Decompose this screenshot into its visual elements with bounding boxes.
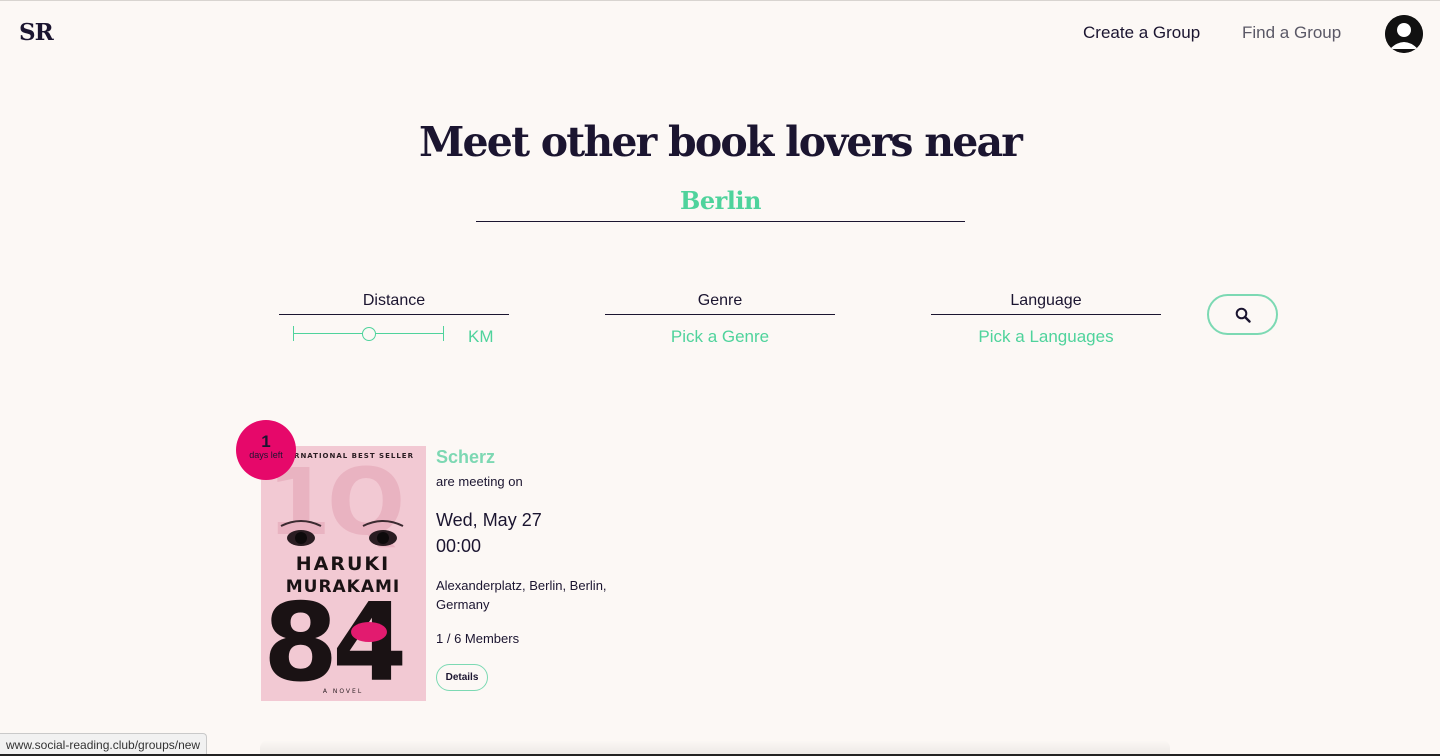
days-left-text: days left (249, 450, 283, 460)
days-left-badge: 1 days left (236, 420, 296, 480)
book-cover[interactable]: 1Q INTERNATIONAL BEST SELLER HARUKI MURA… (261, 446, 426, 701)
status-bar-url: www.social-reading.club/groups/new (0, 733, 208, 756)
user-icon (1385, 15, 1423, 53)
meeting-date: Wed, May 27 (436, 510, 542, 530)
meeting-time: 00:00 (436, 536, 482, 556)
language-label: Language (931, 292, 1161, 315)
member-count: 1 / 6 Members (436, 631, 520, 646)
distance-unit: KM (468, 327, 494, 346)
days-left-number: 1 (261, 432, 271, 451)
cover-author-first: HARUKI (296, 553, 390, 575)
top-border (0, 0, 1440, 1)
genre-select[interactable]: Pick a Genre (605, 327, 835, 347)
meeting-text: are meeting on (436, 474, 523, 489)
nav-create-group[interactable]: Create a Group (1083, 23, 1200, 43)
avatar[interactable] (1385, 15, 1423, 53)
distance-slider[interactable] (293, 326, 444, 342)
slider-min-cap (293, 326, 294, 341)
group-name-link[interactable]: Scherz (436, 447, 495, 468)
cover-novel: A NOVEL (323, 688, 363, 695)
language-select[interactable]: Pick a Languages (931, 327, 1161, 347)
distance-label: Distance (279, 292, 509, 315)
logo[interactable]: SR (19, 19, 54, 46)
page-title: Meet other book lovers near (418, 118, 1023, 166)
genre-label: Genre (605, 292, 835, 315)
book-cover-art: 1Q INTERNATIONAL BEST SELLER HARUKI MURA… (261, 446, 426, 701)
slider-thumb[interactable] (361, 327, 376, 341)
nav-find-group[interactable]: Find a Group (1242, 23, 1341, 43)
cover-numerals-bottom: 84 (263, 581, 403, 701)
slider-max-cap (443, 326, 444, 341)
details-button[interactable]: Details (436, 664, 488, 691)
meeting-address: Alexanderplatz, Berlin, Berlin, Germany (436, 578, 607, 612)
city-input[interactable] (476, 179, 965, 222)
search-icon (1235, 307, 1251, 323)
search-button[interactable] (1207, 294, 1278, 335)
